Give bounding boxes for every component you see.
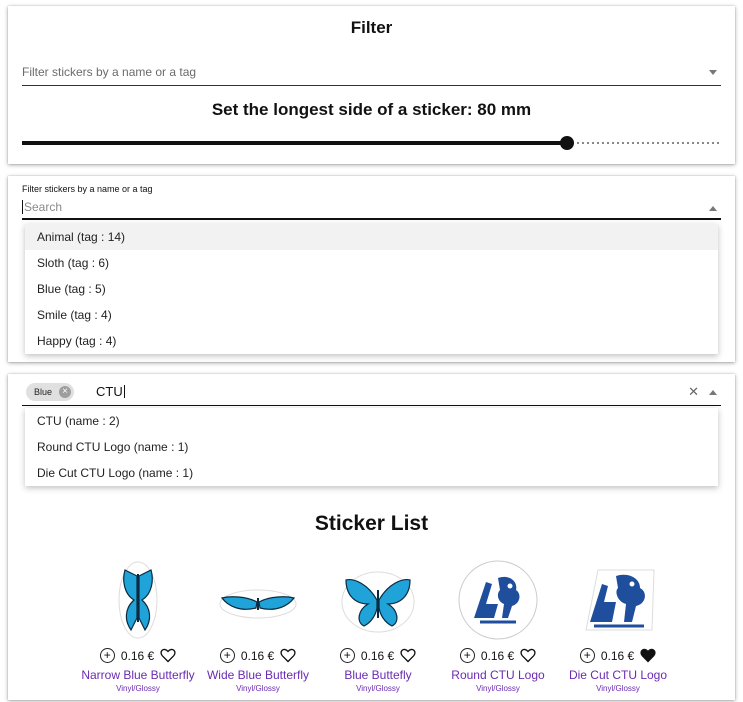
filter-placeholder: Filter stickers by a name or a tag [22, 65, 197, 79]
sticker-name[interactable]: Narrow Blue Butterfly [68, 668, 208, 682]
add-to-cart-icon[interactable]: + [99, 648, 115, 664]
butterfly-icon[interactable] [338, 560, 418, 640]
sticker-card: +0.16 € Die Cut CTU Logo Vinyl/Glossy [558, 554, 678, 700]
sticker-card: +0.16 € Blue Buttefly Vinyl/Glossy [318, 554, 438, 700]
heart-filled-icon[interactable] [640, 648, 656, 663]
sticker-material: Vinyl/Glossy [116, 684, 160, 693]
price-row: +0.16 € [198, 648, 318, 666]
round-ctu-logo-icon[interactable] [458, 560, 538, 640]
option-round-ctu-logo[interactable]: Round CTU Logo (name : 1) [25, 434, 718, 460]
price: 0.16 € [240, 648, 275, 663]
size-label: Set the longest side of a sticker: 80 mm [211, 100, 532, 119]
ctu-logo-icon[interactable] [578, 560, 658, 640]
sticker-material: Vinyl/Glossy [236, 684, 280, 693]
dropdown-arrow-icon[interactable] [709, 70, 717, 75]
chip-remove-icon[interactable]: × [59, 386, 72, 398]
sticker-material: Vinyl/Glossy [356, 684, 400, 693]
search-input-with-chip[interactable]: Blue × CTU ✕ [22, 380, 721, 406]
heart-outline-icon[interactable] [400, 648, 416, 663]
add-to-cart-icon[interactable]: + [579, 648, 595, 664]
search-input[interactable]: Search [22, 198, 721, 220]
search-typed-text: CTU [96, 384, 123, 399]
option-ctu[interactable]: CTU (name : 2) [25, 408, 718, 434]
add-to-cart-icon[interactable]: + [219, 648, 235, 664]
sticker-name[interactable]: Round CTU Logo [428, 668, 568, 682]
clear-icon[interactable]: ✕ [688, 384, 699, 400]
narrow-butterfly-icon[interactable] [98, 560, 178, 640]
price-row: +0.16 € [438, 648, 558, 666]
price-row: +0.16 € [78, 648, 198, 666]
size-slider[interactable] [22, 134, 721, 152]
sticker-list: +0.16 € Narrow Blue Butterfly Vinyl/Glos… [78, 554, 678, 700]
price: 0.16 € [120, 648, 155, 663]
text-caret [22, 200, 23, 214]
results-panel: Blue × CTU ✕ CTU (name : 2) Round CTU Lo… [8, 374, 735, 700]
option-animal[interactable]: Animal (tag : 14) [25, 224, 718, 250]
filter-panel: Filter Filter stickers by a name or a ta… [8, 6, 735, 164]
sticker-card: +0.16 € Wide Blue Butterfly Vinyl/Glossy [198, 554, 318, 700]
dropdown-arrow-up-icon[interactable] [709, 390, 717, 395]
sticker-material: Vinyl/Glossy [596, 684, 640, 693]
price-row: +0.16 € [318, 648, 438, 666]
option-sloth[interactable]: Sloth (tag : 6) [25, 250, 718, 276]
sticker-name[interactable]: Wide Blue Butterfly [188, 668, 328, 682]
heart-outline-icon[interactable] [160, 648, 176, 663]
dropdown-arrow-up-icon[interactable] [709, 206, 717, 211]
price: 0.16 € [360, 648, 395, 663]
heart-outline-icon[interactable] [520, 648, 536, 663]
sticker-name[interactable]: Blue Buttefly [308, 668, 448, 682]
add-to-cart-icon[interactable]: + [339, 648, 355, 664]
option-smile[interactable]: Smile (tag : 4) [25, 302, 718, 328]
filter-dropdown-panel: Filter stickers by a name or a tag Searc… [8, 176, 735, 362]
heart-outline-icon[interactable] [280, 648, 296, 663]
price: 0.16 € [600, 648, 635, 663]
filter-title: Filter [350, 18, 393, 37]
sticker-card: +0.16 € Round CTU Logo Vinyl/Glossy [438, 554, 558, 700]
name-options-menu: CTU (name : 2) Round CTU Logo (name : 1)… [25, 408, 718, 486]
sticker-card: +0.16 € Narrow Blue Butterfly Vinyl/Glos… [78, 554, 198, 700]
tag-chip-blue[interactable]: Blue × [26, 383, 75, 401]
filter-input[interactable]: Filter stickers by a name or a tag [22, 62, 721, 86]
sticker-list-heading: Sticker List [314, 512, 429, 535]
search-placeholder: Search [24, 200, 63, 214]
option-die-cut-ctu-logo[interactable]: Die Cut CTU Logo (name : 1) [25, 460, 718, 486]
price-row: +0.16 € [558, 648, 678, 666]
slider-track [22, 141, 568, 145]
chip-label: Blue [34, 387, 53, 397]
add-to-cart-icon[interactable]: + [459, 648, 475, 664]
filter-field-label: Filter stickers by a name or a tag [22, 184, 153, 194]
option-blue[interactable]: Blue (tag : 5) [25, 276, 718, 302]
price: 0.16 € [480, 648, 515, 663]
slider-thumb[interactable] [560, 136, 575, 150]
tag-options-menu: Animal (tag : 14) Sloth (tag : 6) Blue (… [25, 224, 718, 354]
sticker-material: Vinyl/Glossy [476, 684, 520, 693]
wide-butterfly-icon[interactable] [218, 560, 298, 640]
sticker-name[interactable]: Die Cut CTU Logo [548, 668, 688, 682]
option-happy[interactable]: Happy (tag : 4) [25, 328, 718, 354]
